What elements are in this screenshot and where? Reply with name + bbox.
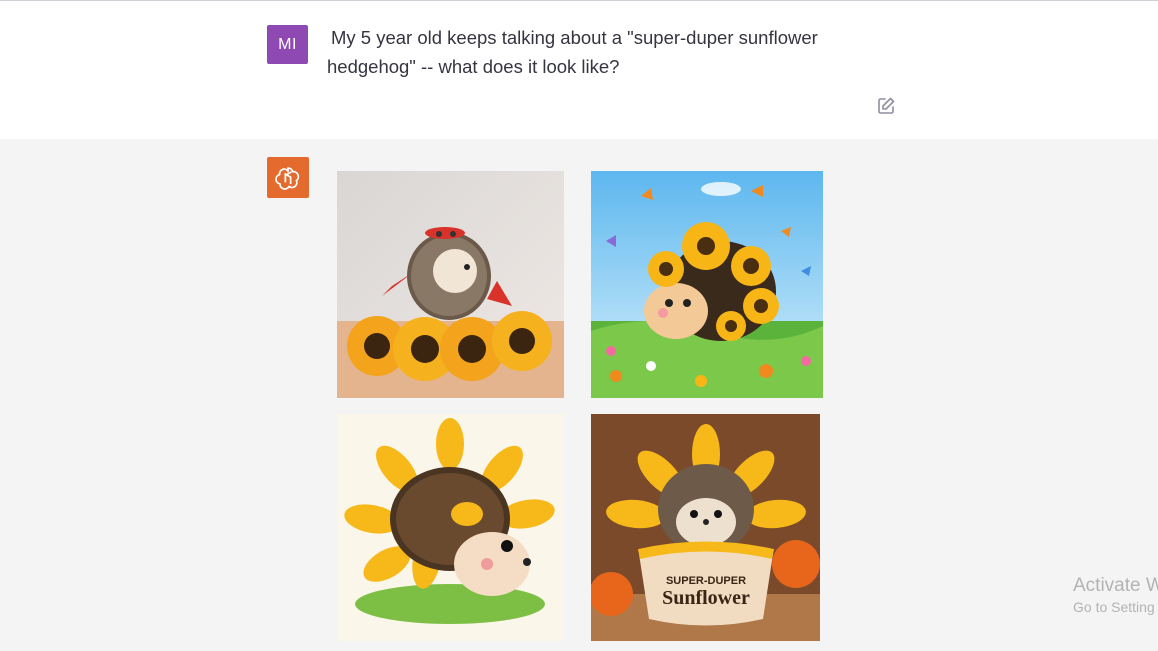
watermark-title: Activate W	[1073, 575, 1158, 596]
user-avatar-initials: MI	[278, 35, 297, 53]
windows-activation-watermark: Activate W Go to Setting	[1073, 575, 1158, 617]
openai-logo-icon	[275, 166, 300, 190]
generated-image-4[interactable]: SUPER-DUPER Sunflower	[591, 414, 820, 641]
user-message-text: My 5 year old keeps talking about a "sup…	[327, 27, 818, 77]
generated-image-1[interactable]	[337, 171, 564, 398]
edit-message-icon[interactable]	[876, 96, 896, 116]
assistant-message-row	[0, 139, 1158, 651]
pot-text-line1: SUPER-DUPER	[666, 575, 746, 587]
user-message-row: MI My 5 year old keeps talking about a "…	[0, 1, 1158, 139]
user-avatar: MI	[267, 25, 308, 64]
generated-image-2[interactable]	[591, 171, 823, 398]
assistant-avatar	[267, 157, 309, 198]
generated-image-3[interactable]	[337, 414, 564, 641]
pot-text-line2: Sunflower	[662, 587, 750, 609]
watermark-subtitle: Go to Setting	[1073, 599, 1155, 615]
